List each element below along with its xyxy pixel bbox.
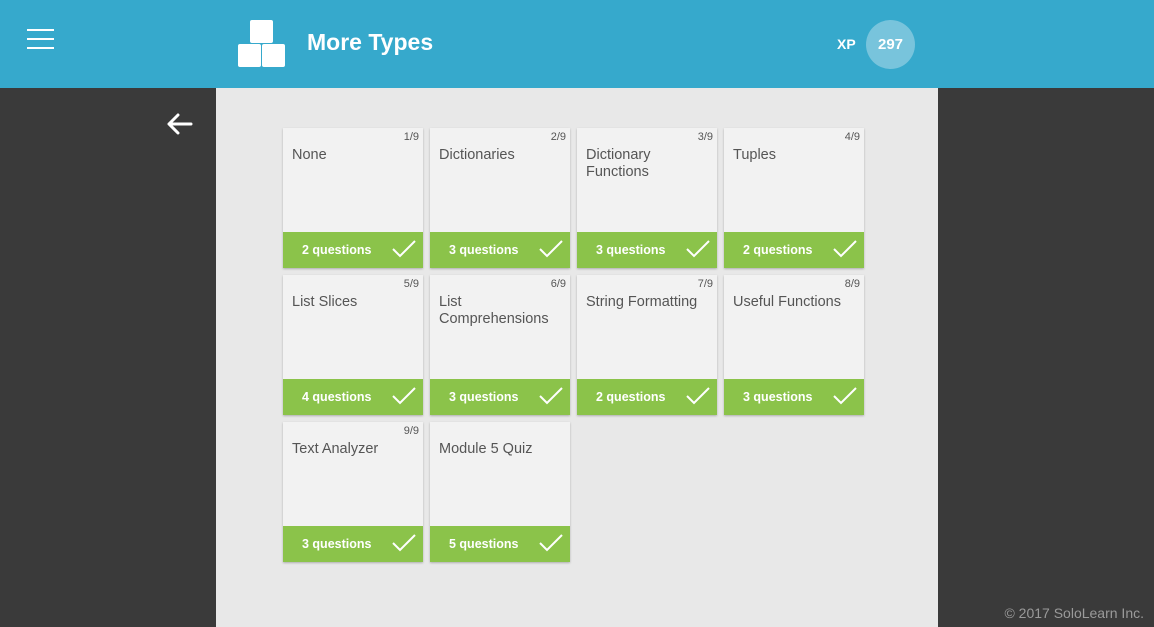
lesson-number: 9/9 — [403, 425, 419, 437]
lesson-name: Useful Functions — [733, 294, 841, 310]
lesson-footer: 3 questions — [430, 379, 570, 415]
question-count: 3 questions — [743, 390, 813, 404]
lesson-number: 1/9 — [403, 131, 419, 143]
lesson-number: 2/9 — [550, 131, 566, 143]
question-count: 2 questions — [596, 390, 666, 404]
page-title: More Types — [307, 29, 434, 55]
hamburger-menu-icon-line — [27, 38, 54, 40]
question-count: 3 questions — [449, 243, 519, 257]
back-button[interactable] — [165, 110, 195, 138]
question-count: 4 questions — [302, 390, 372, 404]
hamburger-menu-icon-line — [27, 47, 54, 49]
checkmark-icon — [392, 240, 416, 258]
lesson-card[interactable]: 8/9 Useful Functions 3 questions — [724, 275, 864, 415]
lesson-footer: 5 questions — [430, 526, 570, 562]
lesson-number: 6/9 — [550, 278, 566, 290]
lesson-name: List Comprehensions — [439, 294, 549, 327]
lesson-number: 4/9 — [844, 131, 860, 143]
question-count: 5 questions — [449, 537, 519, 551]
lesson-footer: 2 questions — [724, 232, 864, 268]
checkmark-icon — [833, 387, 857, 405]
checkmark-icon — [833, 240, 857, 258]
checkmark-icon — [686, 240, 710, 258]
top-bar: More Types XP 297 — [0, 0, 1154, 88]
question-count: 3 questions — [302, 537, 372, 551]
xp-badge: 297 — [866, 20, 915, 69]
question-count: 3 questions — [449, 390, 519, 404]
lesson-footer: 3 questions — [430, 232, 570, 268]
lesson-card[interactable]: 3/9 Dictionary Functions 3 questions — [577, 128, 717, 268]
lesson-number: 5/9 — [403, 278, 419, 290]
checkmark-icon — [686, 387, 710, 405]
lesson-card[interactable]: 2/9 Dictionaries 3 questions — [430, 128, 570, 268]
lesson-card[interactable]: 1/9 None 2 questions — [283, 128, 423, 268]
checkmark-icon — [539, 534, 563, 552]
lesson-name: Module 5 Quiz — [439, 441, 533, 457]
lesson-number: 7/9 — [697, 278, 713, 290]
copyright: © 2017 SoloLearn Inc. — [1004, 605, 1144, 621]
question-count: 3 questions — [596, 243, 666, 257]
lesson-footer: 4 questions — [283, 379, 423, 415]
lesson-card[interactable]: 4/9 Tuples 2 questions — [724, 128, 864, 268]
lesson-name: List Slices — [292, 294, 358, 310]
lesson-name: None — [292, 147, 327, 163]
arrow-left-icon — [167, 113, 193, 135]
lesson-footer: 3 questions — [577, 232, 717, 268]
lesson-name: Dictionary Functions — [586, 147, 651, 180]
stacked-blocks-icon — [238, 20, 286, 67]
xp-label: XP — [837, 36, 856, 52]
lesson-name: Tuples — [733, 147, 776, 163]
lesson-name: Dictionaries — [439, 147, 515, 163]
question-count: 2 questions — [302, 243, 372, 257]
lesson-footer: 2 questions — [283, 232, 423, 268]
lesson-card[interactable]: 7/9 String Formatting 2 questions — [577, 275, 717, 415]
hamburger-menu-icon — [27, 29, 54, 31]
lesson-footer: 3 questions — [724, 379, 864, 415]
lesson-card[interactable]: 5/9 List Slices 4 questions — [283, 275, 423, 415]
checkmark-icon — [392, 534, 416, 552]
lesson-footer: 3 questions — [283, 526, 423, 562]
checkmark-icon — [539, 387, 563, 405]
checkmark-icon — [539, 240, 563, 258]
checkmark-icon — [392, 387, 416, 405]
lesson-footer: 2 questions — [577, 379, 717, 415]
lesson-card[interactable]: 9/9 Text Analyzer 3 questions — [283, 422, 423, 562]
lesson-name: String Formatting — [586, 294, 698, 310]
lesson-number: 8/9 — [844, 278, 860, 290]
lesson-name: Text Analyzer — [292, 441, 379, 457]
question-count: 2 questions — [743, 243, 813, 257]
lesson-number: 3/9 — [697, 131, 713, 143]
lesson-card[interactable]: 6/9 List Comprehensions 3 questions — [430, 275, 570, 415]
lesson-card[interactable]: Module 5 Quiz 5 questions — [430, 422, 570, 562]
lesson-panel: 1/9 None 2 questions 2/9 Dictionaries 3 quest… — [216, 88, 938, 627]
menu-button[interactable] — [27, 29, 54, 51]
lesson-grid: 1/9 None 2 questions 2/9 Dictionaries 3 quest… — [283, 128, 864, 562]
